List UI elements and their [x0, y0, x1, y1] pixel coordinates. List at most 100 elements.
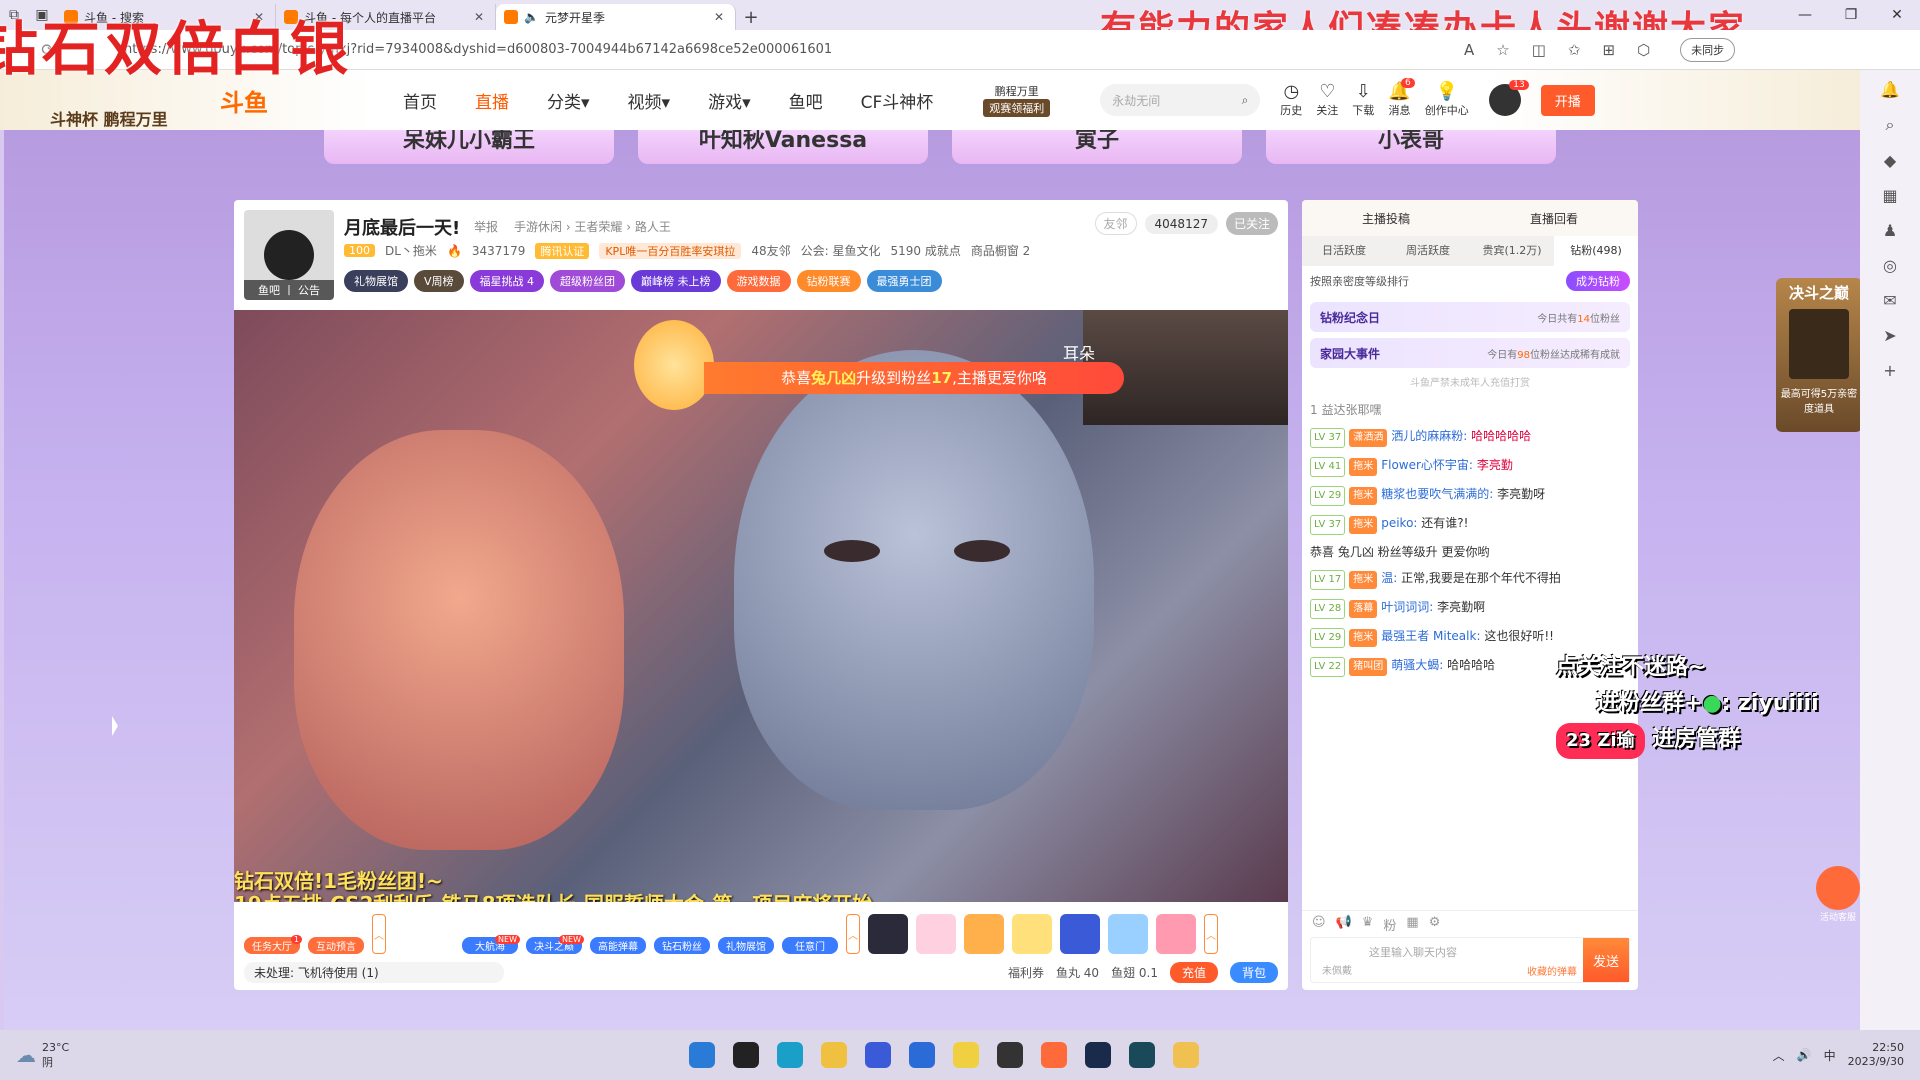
- achievements[interactable]: 5190 成就点: [890, 242, 960, 259]
- tool-hype-danmu[interactable]: 高能弹幕: [590, 937, 646, 954]
- tab-diamond-fans[interactable]: 钻粉(498): [1554, 236, 1638, 266]
- badge-peak-rank[interactable]: 巅峰榜 未上榜: [631, 270, 721, 292]
- nav-item-home[interactable]: 首页: [403, 88, 437, 113]
- extensions-icon[interactable]: ⬡: [1637, 41, 1650, 59]
- file-explorer-icon[interactable]: [821, 1042, 848, 1068]
- megaphone-icon[interactable]: 📢: [1336, 915, 1352, 933]
- app-icon[interactable]: [953, 1042, 980, 1068]
- task-view-icon[interactable]: [733, 1042, 760, 1068]
- settings-icon[interactable]: ⚙: [1429, 915, 1441, 933]
- badge-super-fans[interactable]: 超级粉丝团: [550, 270, 626, 292]
- send-button[interactable]: 发送: [1583, 938, 1629, 982]
- chat-username[interactable]: peiko:: [1381, 516, 1417, 530]
- tool-voyage[interactable]: 大航海 NEW: [462, 935, 520, 954]
- tab-weekly-active[interactable]: 周活跃度: [1386, 236, 1470, 266]
- chat-username[interactable]: Flower心怀宇宙:: [1381, 458, 1473, 472]
- split-screen-icon[interactable]: ◫: [1532, 41, 1546, 59]
- start-icon[interactable]: [689, 1042, 716, 1068]
- read-aloud-icon[interactable]: A: [1464, 41, 1474, 59]
- maximize-icon[interactable]: ❐: [1828, 0, 1874, 30]
- chevron-up-icon[interactable]: ︿: [1773, 1047, 1785, 1064]
- chat-username[interactable]: 最强王者 Mitealk:: [1381, 629, 1480, 643]
- mail-icon[interactable]: [909, 1042, 936, 1068]
- browser-tab-2[interactable]: 🔈 元梦开星季 ✕: [496, 4, 736, 30]
- chat-username[interactable]: 萌骚大蝎:: [1391, 658, 1443, 672]
- followed-button[interactable]: 已关注: [1225, 212, 1278, 235]
- ime-indicator[interactable]: 中: [1824, 1047, 1836, 1064]
- recharge-button[interactable]: 充值: [1169, 962, 1218, 983]
- shop-window[interactable]: 商品橱窗 2: [971, 242, 1030, 259]
- crown-icon[interactable]: ♛: [1362, 915, 1374, 933]
- kpl-badge[interactable]: KPL唯一百分百胜率安琪拉: [599, 242, 742, 259]
- promo-button[interactable]: 鹏程万里 观赛领福利: [983, 83, 1051, 117]
- friends-count[interactable]: 48友邻: [751, 242, 790, 259]
- toolbox-icon[interactable]: ▦: [1882, 186, 1897, 205]
- badge-lucky-challenge[interactable]: 福星挑战 4: [469, 270, 545, 292]
- copilot-icon[interactable]: ◎: [1883, 256, 1897, 275]
- weather-widget[interactable]: ☁ 23°C 阴: [16, 1041, 69, 1070]
- guild[interactable]: 公会: 星鱼文化: [801, 242, 881, 259]
- friend-button[interactable]: 友邻: [1094, 212, 1137, 235]
- tool-diamond-fans[interactable]: 钻石粉丝: [654, 937, 710, 954]
- search-input[interactable]: 永劫无间 ⌕: [1100, 84, 1261, 116]
- sync-button[interactable]: 未同步: [1680, 37, 1736, 62]
- report-link[interactable]: 举报: [474, 218, 498, 235]
- star-icon[interactable]: ☆: [1496, 41, 1509, 59]
- outlook-icon[interactable]: ✉: [1883, 291, 1896, 310]
- app-icon[interactable]: [997, 1042, 1024, 1068]
- tab-vip[interactable]: 贵宾(1.2万): [1470, 236, 1554, 266]
- games-icon[interactable]: ♟: [1883, 221, 1897, 240]
- tool-gift-hall[interactable]: 礼物展馆: [718, 937, 774, 954]
- gift-item[interactable]: [964, 914, 1004, 954]
- become-diamond-button[interactable]: 成为钻粉: [1566, 271, 1630, 291]
- category-breadcrumb[interactable]: 手游休闲 › 王者荣耀 › 路人王: [514, 218, 671, 235]
- saved-barrage-button[interactable]: 收藏的弹幕: [1527, 963, 1577, 978]
- badge-diamond-league[interactable]: 钻粉联赛: [796, 270, 861, 292]
- collapse-arrow[interactable]: ︿: [846, 914, 860, 954]
- gift-item[interactable]: [916, 914, 956, 954]
- service-button[interactable]: 活动客服: [1812, 866, 1860, 926]
- avatar-footer[interactable]: 鱼吧 丨 公告: [244, 280, 334, 300]
- badge-slot[interactable]: 未佩戴: [1311, 938, 1363, 982]
- search-icon[interactable]: ⌕: [1886, 115, 1895, 135]
- anchor-avatar[interactable]: 鱼吧 丨 公告: [244, 210, 334, 300]
- notice-anniversary[interactable]: 钻粉纪念日 今日共有14位粉丝: [1310, 302, 1630, 332]
- tool-any-door[interactable]: 任意门: [782, 937, 838, 954]
- bag-button[interactable]: 背包: [1229, 962, 1278, 983]
- chat-username[interactable]: 洒儿的麻麻粉:: [1391, 429, 1467, 443]
- tab-daily-active[interactable]: 日活跃度: [1302, 236, 1386, 266]
- fan-icon[interactable]: 粉: [1383, 915, 1396, 934]
- store-icon[interactable]: [865, 1042, 892, 1068]
- close-window-icon[interactable]: ✕: [1874, 0, 1920, 30]
- recommend-item[interactable]: 寅子: [952, 130, 1242, 164]
- chat-input[interactable]: 未佩戴 这里输入聊天内容 收藏的弹幕 发送: [1310, 937, 1630, 983]
- replay-link[interactable]: 直播回看: [1530, 210, 1578, 227]
- emoji-icon[interactable]: ☺: [1312, 915, 1326, 933]
- creator-center-button[interactable]: 💡 创作中心: [1425, 82, 1469, 118]
- history-button[interactable]: ◷ 历史: [1280, 82, 1302, 118]
- nav-item-cf-cup[interactable]: CF斗神杯: [861, 88, 934, 113]
- bell-icon[interactable]: 🔔: [1880, 80, 1900, 99]
- collapse-arrow[interactable]: ︿: [1204, 914, 1218, 954]
- follow-button[interactable]: ♡ 关注: [1316, 82, 1338, 118]
- grid-icon[interactable]: ▦: [1406, 915, 1418, 933]
- tag-icon[interactable]: ◆: [1884, 151, 1896, 170]
- close-icon[interactable]: ✕: [471, 10, 487, 24]
- chat-username[interactable]: 糖浆也要吹气满满的:: [1381, 487, 1493, 501]
- chat-username[interactable]: 叶词词词:: [1381, 600, 1433, 614]
- gift-item[interactable]: [1012, 914, 1052, 954]
- nav-item-category[interactable]: 分类▾: [547, 88, 590, 113]
- anchor-posts-link[interactable]: 主播投稿: [1362, 210, 1410, 227]
- close-icon[interactable]: ✕: [711, 10, 727, 24]
- video-player[interactable]: 耳朵 恭喜兔几凶升级到粉丝17,主播更爱你咯 钻石双倍!1毛粉丝团!~ 19点五…: [234, 310, 1288, 902]
- badge-gift-hall[interactable]: 礼物展馆: [344, 270, 408, 292]
- speaker-icon[interactable]: 🔈: [524, 10, 539, 24]
- clock[interactable]: 22:50 2023/9/30: [1848, 1041, 1904, 1069]
- favorites-icon[interactable]: ✩: [1568, 41, 1581, 59]
- add-icon[interactable]: +: [1883, 361, 1896, 380]
- nav-item-live[interactable]: 直播: [475, 88, 509, 113]
- recommend-item[interactable]: 呆妹儿小霸王: [324, 130, 614, 164]
- user-avatar[interactable]: 13: [1488, 80, 1529, 116]
- start-stream-button[interactable]: 开播: [1540, 84, 1595, 116]
- top-fan-row[interactable]: 1 益达张耶嘿: [1310, 401, 1630, 419]
